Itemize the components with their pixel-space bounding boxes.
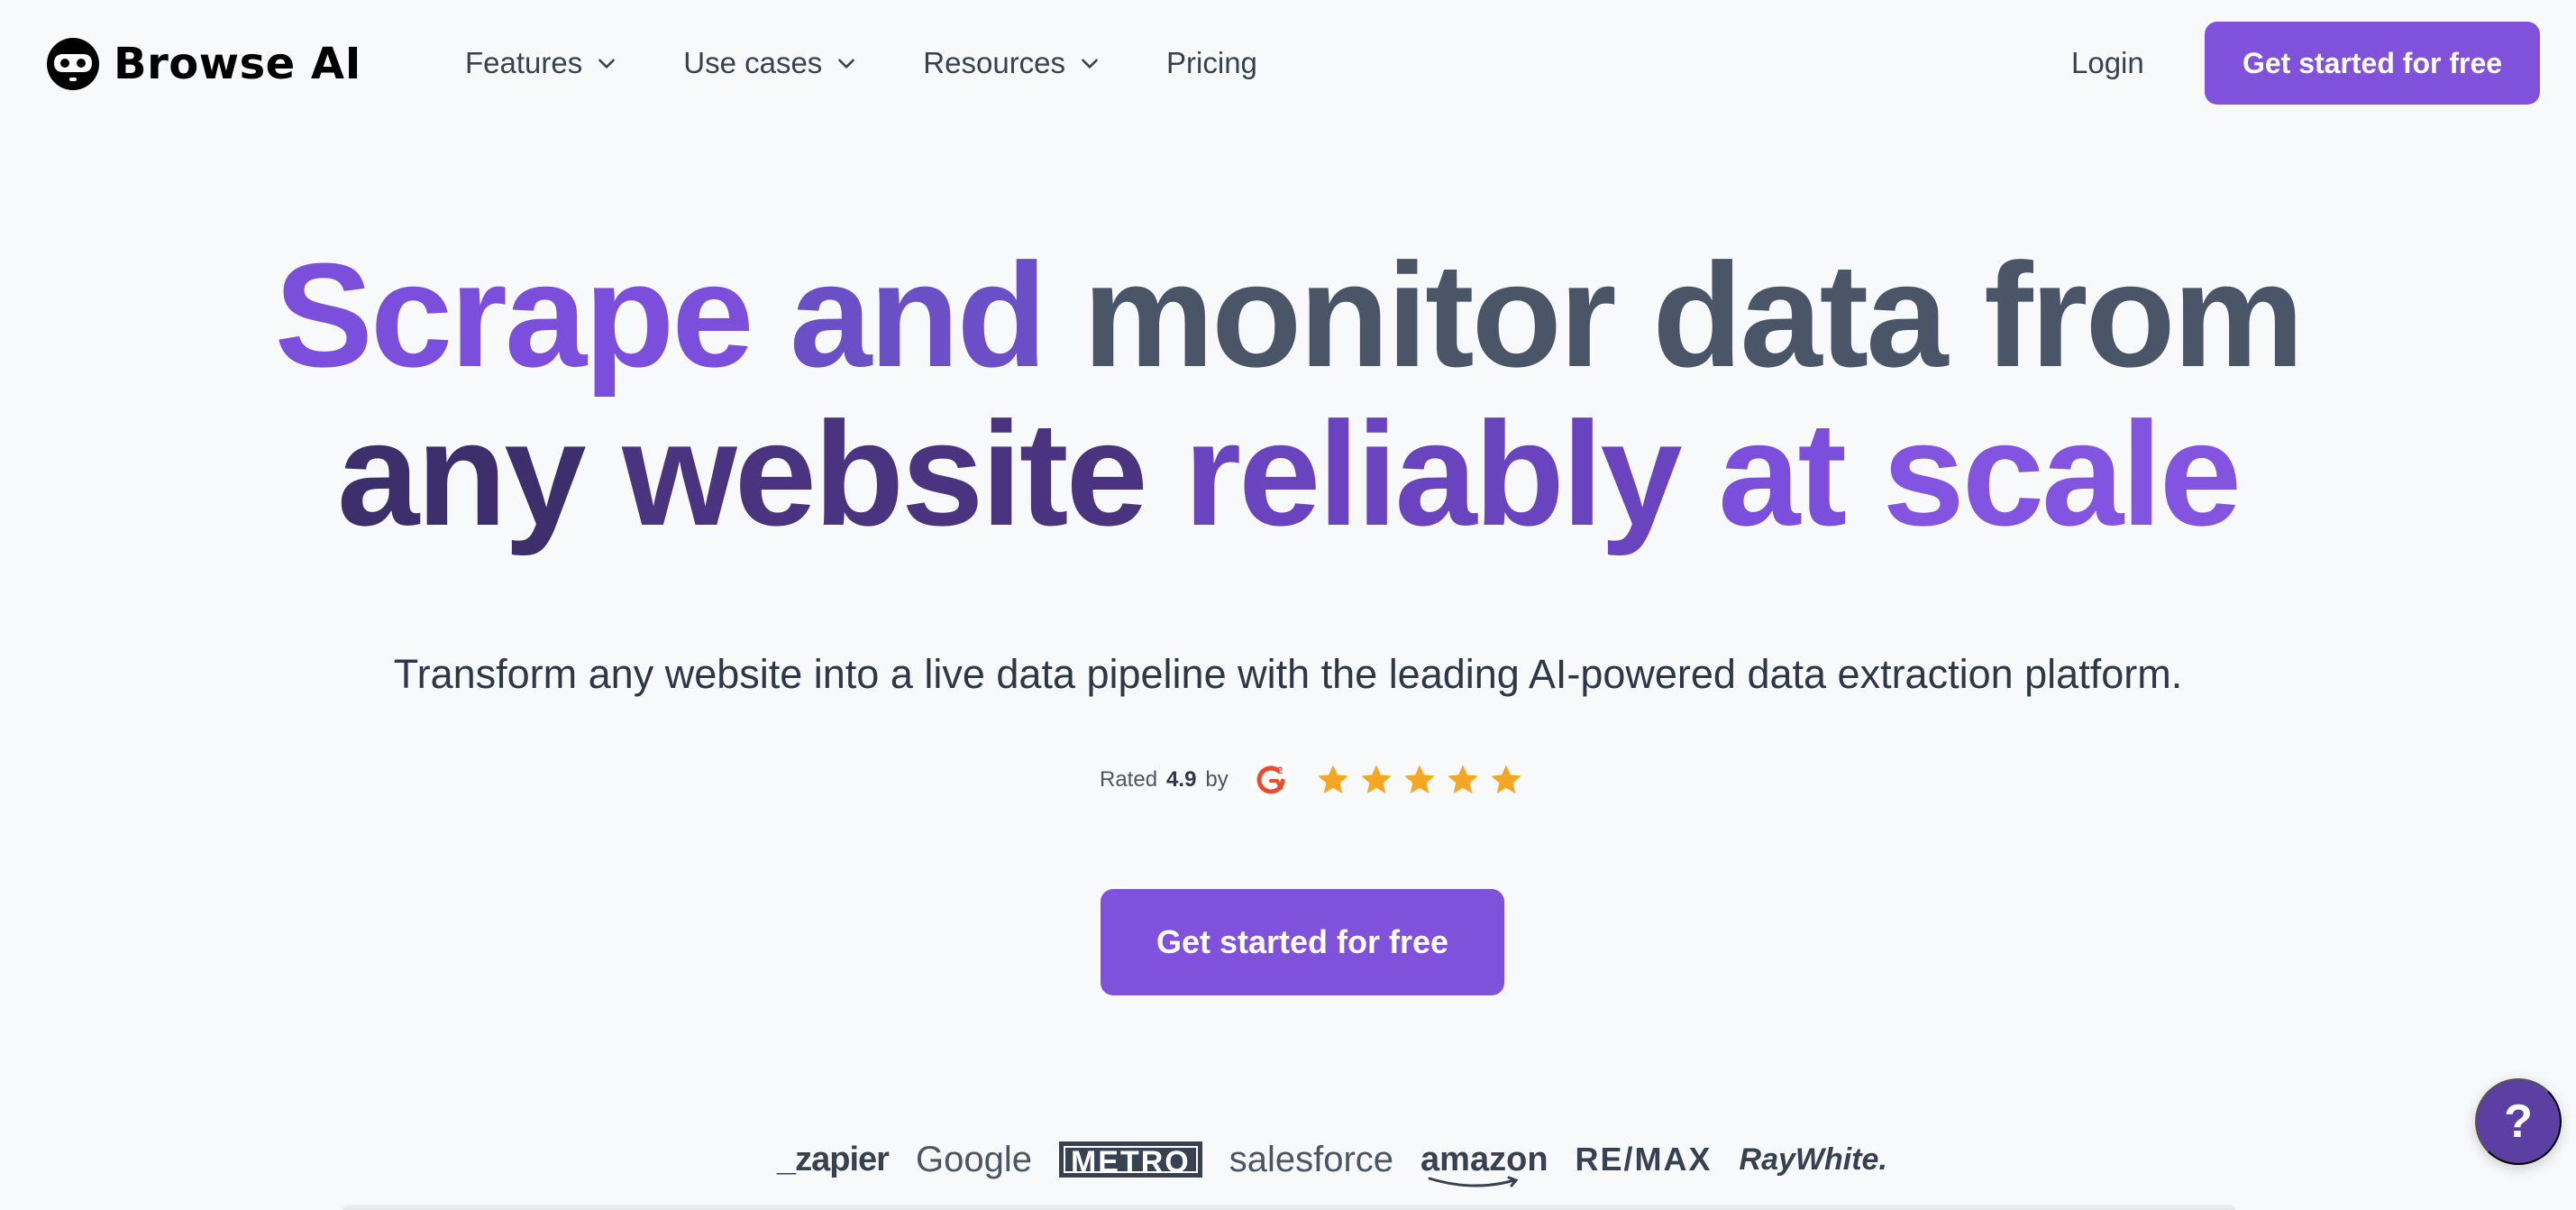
help-chat-button[interactable]: ?: [2475, 1078, 2562, 1165]
star-icon: [1404, 765, 1435, 793]
nav-item-label: Resources: [923, 46, 1066, 79]
star-rating: [1315, 762, 1524, 798]
rating-prefix: Rated: [1100, 767, 1158, 792]
headline-word: website: [622, 391, 1148, 556]
svg-text:2: 2: [1277, 765, 1283, 776]
hero-subtitle: Transform any website into a live data p…: [393, 651, 2183, 697]
rating-score: 4.9: [1166, 767, 1197, 792]
star-icon: [1318, 765, 1348, 793]
zapier-logo: _zapier: [777, 1140, 890, 1178]
nav-item-label: Use cases: [683, 46, 823, 79]
remax-logo: RE/MAX: [1575, 1141, 1713, 1178]
nav-item-label: Features: [465, 46, 583, 79]
headline-word: reliably: [1183, 391, 1682, 556]
amazon-logo: amazon: [1420, 1140, 1548, 1187]
headline-word: scale: [1882, 391, 2242, 556]
nav-item-resources[interactable]: Resources: [923, 46, 1101, 80]
top-nav: Browse AI Features Use cases Resources P…: [0, 0, 2576, 126]
nav-item-label: Pricing: [1166, 46, 1257, 79]
headline-word: any: [336, 391, 587, 556]
chevron-down-icon: [838, 59, 855, 69]
amazon-wordmark: amazon: [1420, 1140, 1548, 1178]
hero-get-started-button[interactable]: Get started for free: [1101, 889, 1504, 995]
login-link[interactable]: Login: [2071, 40, 2144, 87]
browse-ai-robot-icon: [47, 38, 99, 90]
star-icon: [1361, 765, 1392, 793]
nav-get-started-button[interactable]: Get started for free: [2205, 22, 2540, 105]
salesforce-logo: salesforce: [1229, 1139, 1394, 1179]
rating-badge: Rated 4.9 by 2: [1100, 754, 1524, 806]
headline-word: from: [1984, 233, 2304, 398]
brand-logo[interactable]: Browse AI: [45, 36, 361, 92]
headline-line-1: Scrape and monitor data from: [0, 236, 2576, 395]
chevron-down-icon: [1082, 59, 1098, 69]
nav-item-pricing[interactable]: Pricing: [1166, 46, 1257, 80]
headline-word: Scrape: [274, 233, 754, 398]
nav-links: Features Use cases Resources Pricing: [465, 40, 1257, 87]
amazon-smile-icon: [1428, 1176, 1519, 1187]
customer-logos: _zapier Google METRO salesforce amazon R…: [777, 1134, 1887, 1187]
headline-word: and: [790, 233, 1047, 398]
hero-headline: Scrape and monitor data from any website…: [0, 236, 2576, 554]
metro-logo: METRO: [1058, 1141, 1202, 1179]
star-icon: [1448, 765, 1478, 793]
chevron-down-icon: [598, 59, 616, 69]
g2-logo-icon: 2: [1250, 760, 1291, 800]
brand-name: Browse AI: [114, 39, 361, 89]
headline-word: at: [1718, 391, 1847, 556]
headline-line-2: any website reliably at scale: [0, 395, 2576, 554]
headline-word: monitor: [1082, 233, 1616, 398]
google-logo: Google: [915, 1139, 1032, 1179]
nav-item-use-cases[interactable]: Use cases: [683, 46, 858, 80]
content-preview-edge: [343, 1205, 2235, 1210]
star-icon: [1491, 765, 1521, 793]
nav-item-features[interactable]: Features: [465, 46, 618, 80]
headline-word: data: [1652, 233, 1948, 398]
rating-suffix: by: [1205, 767, 1229, 792]
page: Browse AI Features Use cases Resources P…: [0, 0, 2576, 1210]
raywhite-logo: RayWhite.: [1739, 1141, 1887, 1177]
